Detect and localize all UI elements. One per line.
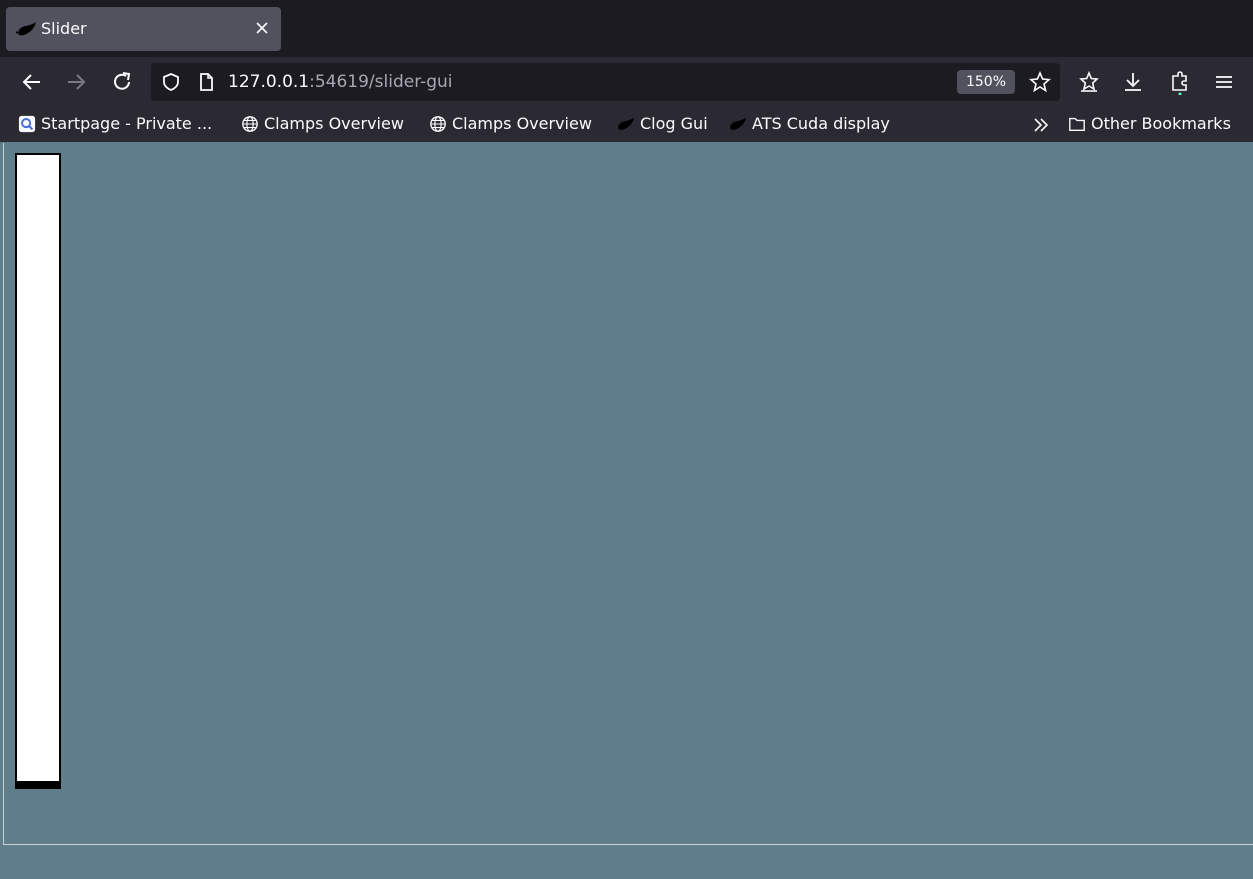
bookmark-label: Clog Gui [640,114,708,133]
extensions-icon[interactable] [1167,69,1193,95]
close-icon[interactable] [252,18,272,38]
menu-icon[interactable] [1211,69,1237,95]
download-icon[interactable] [1120,69,1146,95]
reload-icon[interactable] [109,69,135,95]
save-to-pocket-icon[interactable] [1076,69,1102,95]
clog-icon [16,22,36,36]
page-content [3,143,1253,845]
bookmark-label: Clamps Overview [264,114,404,133]
folder-icon [1069,117,1085,131]
url-bar[interactable]: 127.0.0.1:54619/slider-gui 150% [151,63,1060,101]
arrow-left-icon[interactable] [19,69,45,95]
bookmarks-toolbar: Startpage - Private ... Clamps Overview … [0,107,1253,142]
arrow-right-icon[interactable] [63,69,89,95]
clog-icon [618,117,635,130]
chevron-double-right-icon[interactable] [1030,114,1052,136]
startpage-icon [18,115,36,133]
globe-icon [430,116,446,132]
star-icon[interactable] [1029,71,1051,93]
tab-slider[interactable]: Slider [6,7,281,51]
globe-icon [242,116,258,132]
url-host: 127.0.0.1 [228,72,310,92]
bookmark-label: Startpage - Private ... [41,114,213,133]
bookmark-label: Clamps Overview [452,114,592,133]
clog-icon [730,117,747,130]
shield-icon[interactable] [161,72,181,92]
tab-title: Slider [41,19,87,38]
url-path: :54619/slider-gui [309,72,453,92]
vertical-slider[interactable] [15,153,61,789]
tab-bar: Slider [0,0,1253,57]
bookmark-label: ATS Cuda display [752,114,890,133]
zoom-level[interactable]: 150% [957,70,1015,94]
slider-fill [17,780,59,787]
nav-bar: 127.0.0.1:54619/slider-gui 150% [0,57,1253,107]
other-bookmarks-label: Other Bookmarks [1091,114,1231,133]
page-icon[interactable] [196,72,216,92]
url-text[interactable]: 127.0.0.1:54619/slider-gui [228,72,453,92]
